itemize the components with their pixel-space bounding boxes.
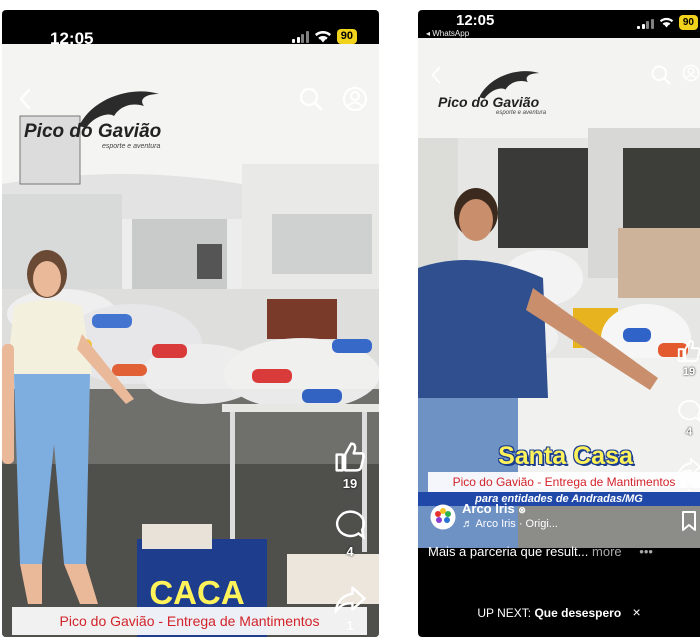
music-attribution[interactable]: ♬ Arco Iris · Origi... bbox=[462, 518, 558, 530]
search-button[interactable] bbox=[650, 64, 672, 86]
back-to-whatsapp-link[interactable]: ◂ WhatsApp bbox=[426, 29, 469, 38]
bookmark-icon bbox=[682, 511, 696, 531]
comment-icon bbox=[678, 399, 700, 423]
signal-icon bbox=[292, 30, 309, 43]
battery-indicator: 90 bbox=[336, 29, 357, 44]
system-icons: 90 bbox=[637, 15, 698, 30]
search-icon bbox=[299, 87, 323, 111]
more-link[interactable]: more bbox=[592, 544, 622, 559]
video-title-banner: Pico do Gavião - Entrega de Mantimentos bbox=[428, 472, 700, 492]
video-caption: Santa Casa bbox=[498, 442, 633, 470]
up-next-bar[interactable]: UP NEXT: Que desespero × bbox=[418, 604, 700, 620]
status-time: 12:05 bbox=[456, 12, 495, 29]
up-next-label: UP NEXT: bbox=[477, 606, 532, 620]
brand-tagline: esporte e aventura bbox=[102, 143, 161, 150]
status-bar: 12:05 90 bbox=[2, 10, 379, 48]
signal-icon bbox=[637, 17, 654, 29]
video-frame[interactable]: Pico do Gavião esporte e aventura 19 4 1… bbox=[2, 44, 379, 637]
brand-logo: Pico do Gavião esporte e aventura bbox=[438, 66, 558, 116]
up-next-title[interactable]: Que desespero bbox=[534, 606, 621, 620]
comment-count: 4 bbox=[346, 544, 354, 559]
wifi-icon bbox=[314, 31, 331, 43]
system-icons: 90 bbox=[292, 29, 357, 44]
brand-tagline: esporte e aventura bbox=[496, 110, 547, 116]
chevron-left-icon bbox=[431, 66, 441, 84]
brand-logo: Pico do Gavião esporte e aventura bbox=[24, 86, 184, 150]
more-options-icon[interactable]: ••• bbox=[639, 544, 653, 559]
like-count: 19 bbox=[682, 366, 696, 378]
battery-indicator: 90 bbox=[678, 15, 698, 30]
comment-button[interactable]: 4 bbox=[333, 508, 367, 559]
author-avatar[interactable] bbox=[430, 504, 456, 530]
profile-button[interactable] bbox=[682, 64, 700, 82]
author-name-row[interactable]: Arco Iris ⊗ bbox=[462, 501, 526, 516]
comment-button[interactable]: 4 bbox=[676, 398, 700, 438]
reel-left: 12:05 90 Pico do Gavião esporte e aventu… bbox=[2, 10, 379, 637]
search-button[interactable] bbox=[298, 86, 324, 112]
wifi-icon bbox=[659, 17, 674, 28]
comment-icon bbox=[335, 510, 366, 540]
up-next-close-button[interactable]: × bbox=[633, 604, 641, 620]
like-button[interactable]: 19 bbox=[333, 440, 367, 491]
profile-button[interactable] bbox=[342, 86, 368, 112]
video-title-banner: Pico do Gavião - Entrega de Mantimentos bbox=[12, 607, 367, 635]
back-button[interactable] bbox=[18, 88, 32, 110]
reel-right: 12:05 ◂ WhatsApp 90 Pico do Gavião espor… bbox=[418, 10, 700, 637]
chevron-left-icon bbox=[19, 88, 31, 110]
like-count: 19 bbox=[342, 476, 358, 491]
thumbs-up-icon bbox=[335, 442, 365, 472]
search-icon bbox=[651, 65, 671, 85]
verified-icon: ⊗ bbox=[518, 505, 526, 515]
video-frame[interactable]: Pico do Gavião esporte e aventura 19 4 1… bbox=[418, 38, 700, 548]
brand-name: Pico do Gavião bbox=[24, 121, 162, 142]
like-button[interactable]: 19 bbox=[676, 338, 700, 378]
description-text: Mais a parceria que result... bbox=[428, 544, 589, 559]
brand-name: Pico do Gavião bbox=[438, 94, 540, 110]
thumbs-up-icon bbox=[677, 339, 700, 363]
author-name[interactable]: Arco Iris bbox=[462, 501, 515, 516]
video-description[interactable]: Mais a parceria que result... more ••• bbox=[428, 544, 700, 559]
save-button[interactable] bbox=[681, 510, 697, 532]
avatar-icon bbox=[430, 504, 456, 530]
profile-icon bbox=[682, 64, 700, 82]
back-button[interactable] bbox=[430, 66, 442, 84]
video-subtitle-banner: para entidades de Andradas/MG bbox=[418, 492, 700, 506]
comment-count: 4 bbox=[685, 426, 693, 438]
profile-icon bbox=[342, 86, 368, 112]
